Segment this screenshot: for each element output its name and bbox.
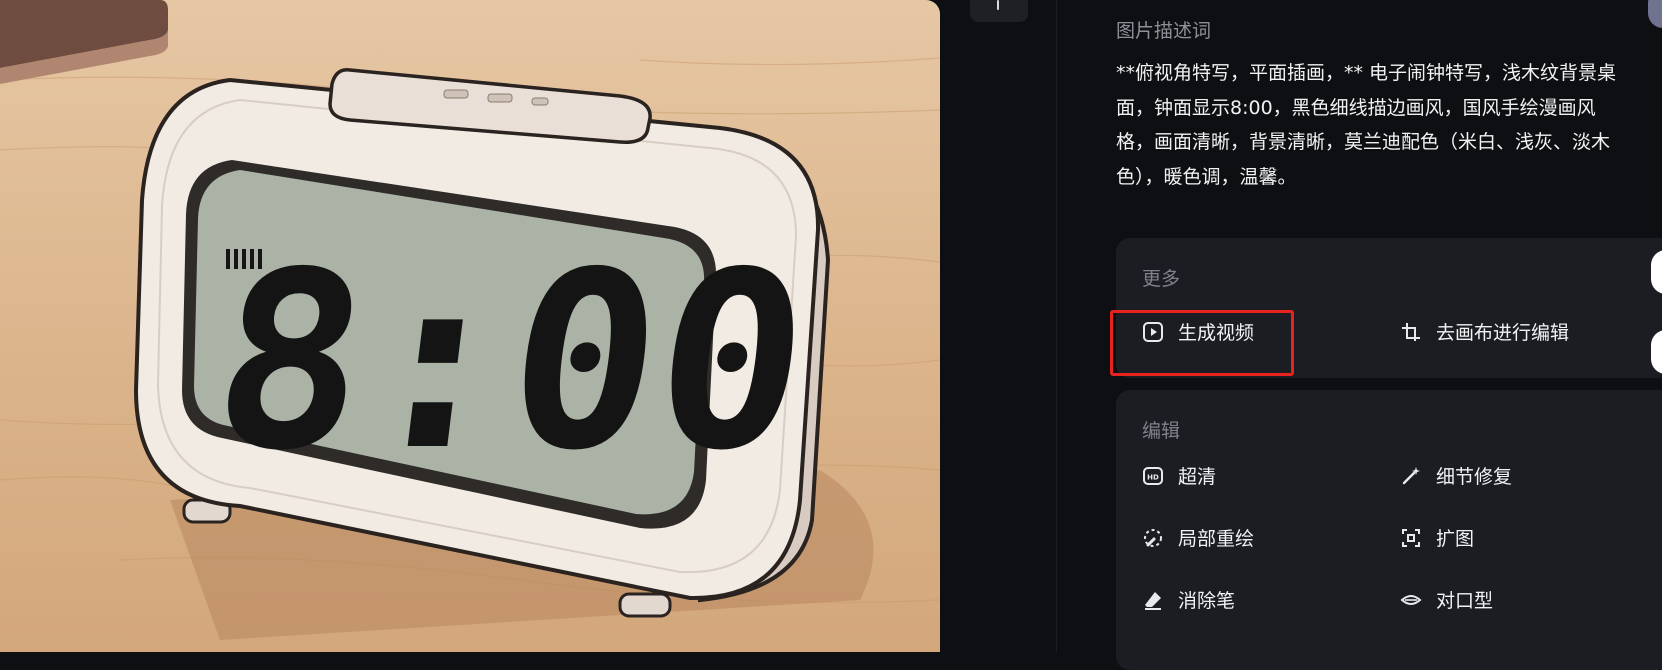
upscale-label: 超清: [1178, 466, 1217, 488]
detail-fix-button[interactable]: 细节修复: [1400, 462, 1512, 489]
side-floating-button[interactable]: [1651, 250, 1662, 294]
inpaint-button[interactable]: 局部重绘: [1142, 524, 1254, 551]
expand-button[interactable]: 扩图: [1400, 524, 1474, 551]
hd-icon: HD: [1143, 466, 1163, 485]
edit-card: 编辑 HD 超清 细节修复 局部重绘 扩图 消除笔 对口型: [1116, 390, 1662, 670]
brush-icon: [1144, 528, 1162, 547]
more-title: 更多: [1142, 268, 1181, 290]
eraser-button[interactable]: 消除笔: [1142, 586, 1235, 613]
lip-sync-button[interactable]: 对口型: [1400, 586, 1493, 613]
inpaint-label: 局部重绘: [1178, 528, 1255, 550]
panel-toggle-button[interactable]: [970, 0, 1028, 22]
lips-icon: [1400, 594, 1422, 605]
lip-sync-label: 对口型: [1436, 590, 1494, 612]
canvas-edit-label: 去画布进行编辑: [1436, 322, 1570, 344]
crop-icon: [1402, 322, 1420, 341]
user-avatar[interactable]: [1648, 0, 1662, 28]
canvas-edit-button[interactable]: 去画布进行编辑: [1400, 318, 1569, 345]
magic-wand-icon: [1402, 466, 1420, 484]
detail-fix-label: 细节修复: [1436, 466, 1513, 488]
expand-label: 扩图: [1436, 528, 1475, 550]
clock-display-time: 8:00: [200, 220, 822, 504]
svg-text:HD: HD: [1147, 473, 1159, 481]
expand-icon: [1402, 528, 1420, 547]
highlight-box: [1110, 310, 1294, 376]
side-floating-button[interactable]: [1651, 330, 1662, 374]
upscale-button[interactable]: HD 超清: [1142, 462, 1216, 489]
eraser-label: 消除笔: [1178, 590, 1236, 612]
prompt-title: 图片描述词: [1116, 20, 1212, 42]
eraser-icon: [1145, 591, 1161, 610]
generated-image[interactable]: 8:00: [0, 0, 940, 652]
edit-title: 编辑: [1142, 420, 1181, 442]
divider: [1056, 0, 1057, 652]
prompt-text: **俯视角特写，平面插画，** 电子闹钟特写，浅木纹背景桌 面，钟面显示8:00…: [1116, 62, 1617, 188]
